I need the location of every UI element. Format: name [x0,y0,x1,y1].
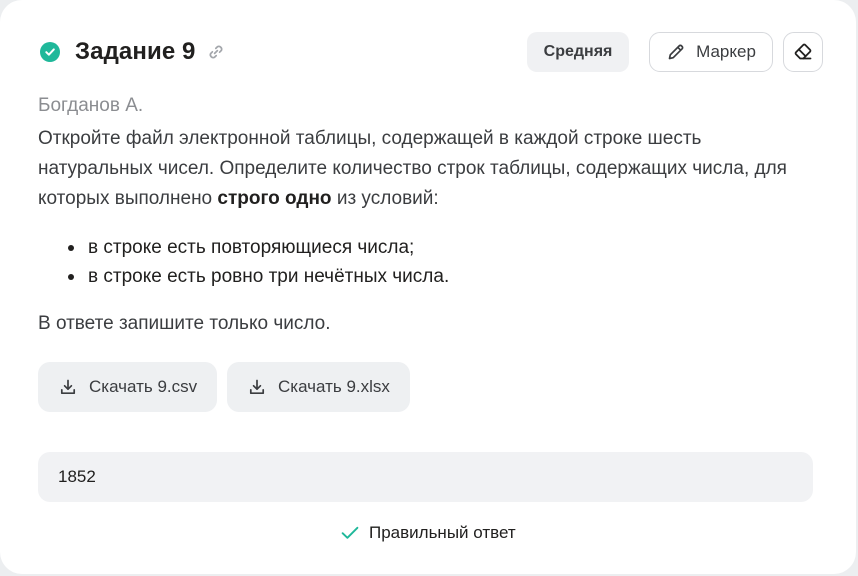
link-icon[interactable] [206,42,226,62]
download-xlsx-button[interactable]: Скачать 9.xlsx [227,362,410,412]
download-xlsx-label: Скачать 9.xlsx [278,377,390,396]
checkmark-icon [341,526,359,539]
task-author: Богданов А. [38,95,144,116]
answer-input[interactable]: 1852 [38,452,813,502]
task-statement: Откройте файл электронной таблицы, содер… [38,124,808,214]
difficulty-badge: Средняя [527,32,629,72]
result-status: Правильный ответ [369,523,516,542]
task-text-end: из условий: [331,188,439,209]
download-icon [249,379,265,395]
task-title: Задание 9 [75,38,196,65]
marker-button[interactable]: Маркер [649,32,773,72]
download-csv-button[interactable]: Скачать 9.csv [38,362,217,412]
download-icon [60,379,76,395]
check-circle-icon [40,42,60,62]
marker-label: Маркер [696,42,756,61]
download-csv-label: Скачать 9.csv [89,377,198,396]
list-item: в строке есть повторяющиеся числа; [38,233,798,262]
task-text-emphasis: строго одно [217,188,332,209]
list-item: в строке есть ровно три нечётных числа. [38,262,798,291]
conditions-list: в строке есть повторяющиеся числа; в стр… [38,233,798,291]
answer-instruction: В ответе запишите только число. [38,313,331,334]
eraser-icon [794,43,812,60]
task-card: Задание 9 Средняя Маркер Богданов А. Отк… [0,0,856,574]
task-header: Задание 9 [40,33,226,71]
pencil-icon [668,44,684,60]
result-message: Правильный ответ [341,523,516,543]
eraser-button[interactable] [783,32,823,72]
